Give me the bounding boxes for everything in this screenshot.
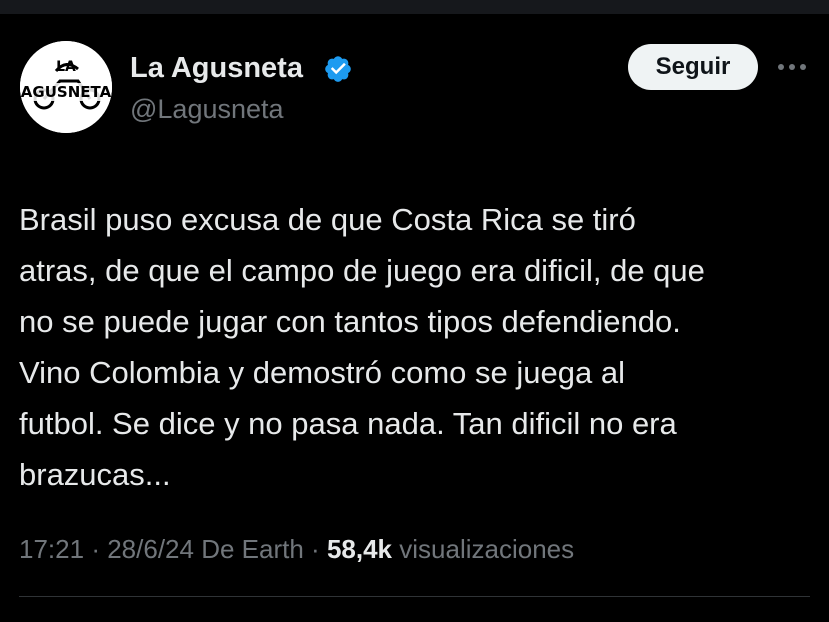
views-count[interactable]: 58,4k [327,534,392,564]
tweet-card: LA AGUSNETA La Agusneta @Lagusneta Segui… [0,14,829,622]
tweet-time[interactable]: 17:21 [19,534,84,564]
svg-text:LA: LA [56,59,76,75]
tweet-source: De Earth [201,534,304,564]
meta-separator: · [91,534,100,564]
display-name[interactable]: La Agusneta [130,52,303,85]
tweet-text: Brasil puso excusa de que Costa Rica se … [19,202,705,492]
user-handle[interactable]: @Lagusneta [130,94,284,125]
svg-text:AGUSNETA: AGUSNETA [21,83,112,101]
avatar[interactable]: LA AGUSNETA [20,41,112,133]
top-strip [0,0,829,14]
verified-badge-icon[interactable] [323,54,353,84]
avatar-logo-icon: LA AGUSNETA [20,41,112,133]
meta-separator: · [311,534,320,564]
tweet-meta: 17:21 · 28/6/24 De Earth · 58,4k visuali… [19,534,574,565]
more-horizontal-icon[interactable] [774,54,810,80]
follow-button[interactable]: Seguir [628,44,758,90]
divider [19,596,810,597]
tweet-date[interactable]: 28/6/24 [107,534,194,564]
views-label: visualizaciones [399,534,575,564]
